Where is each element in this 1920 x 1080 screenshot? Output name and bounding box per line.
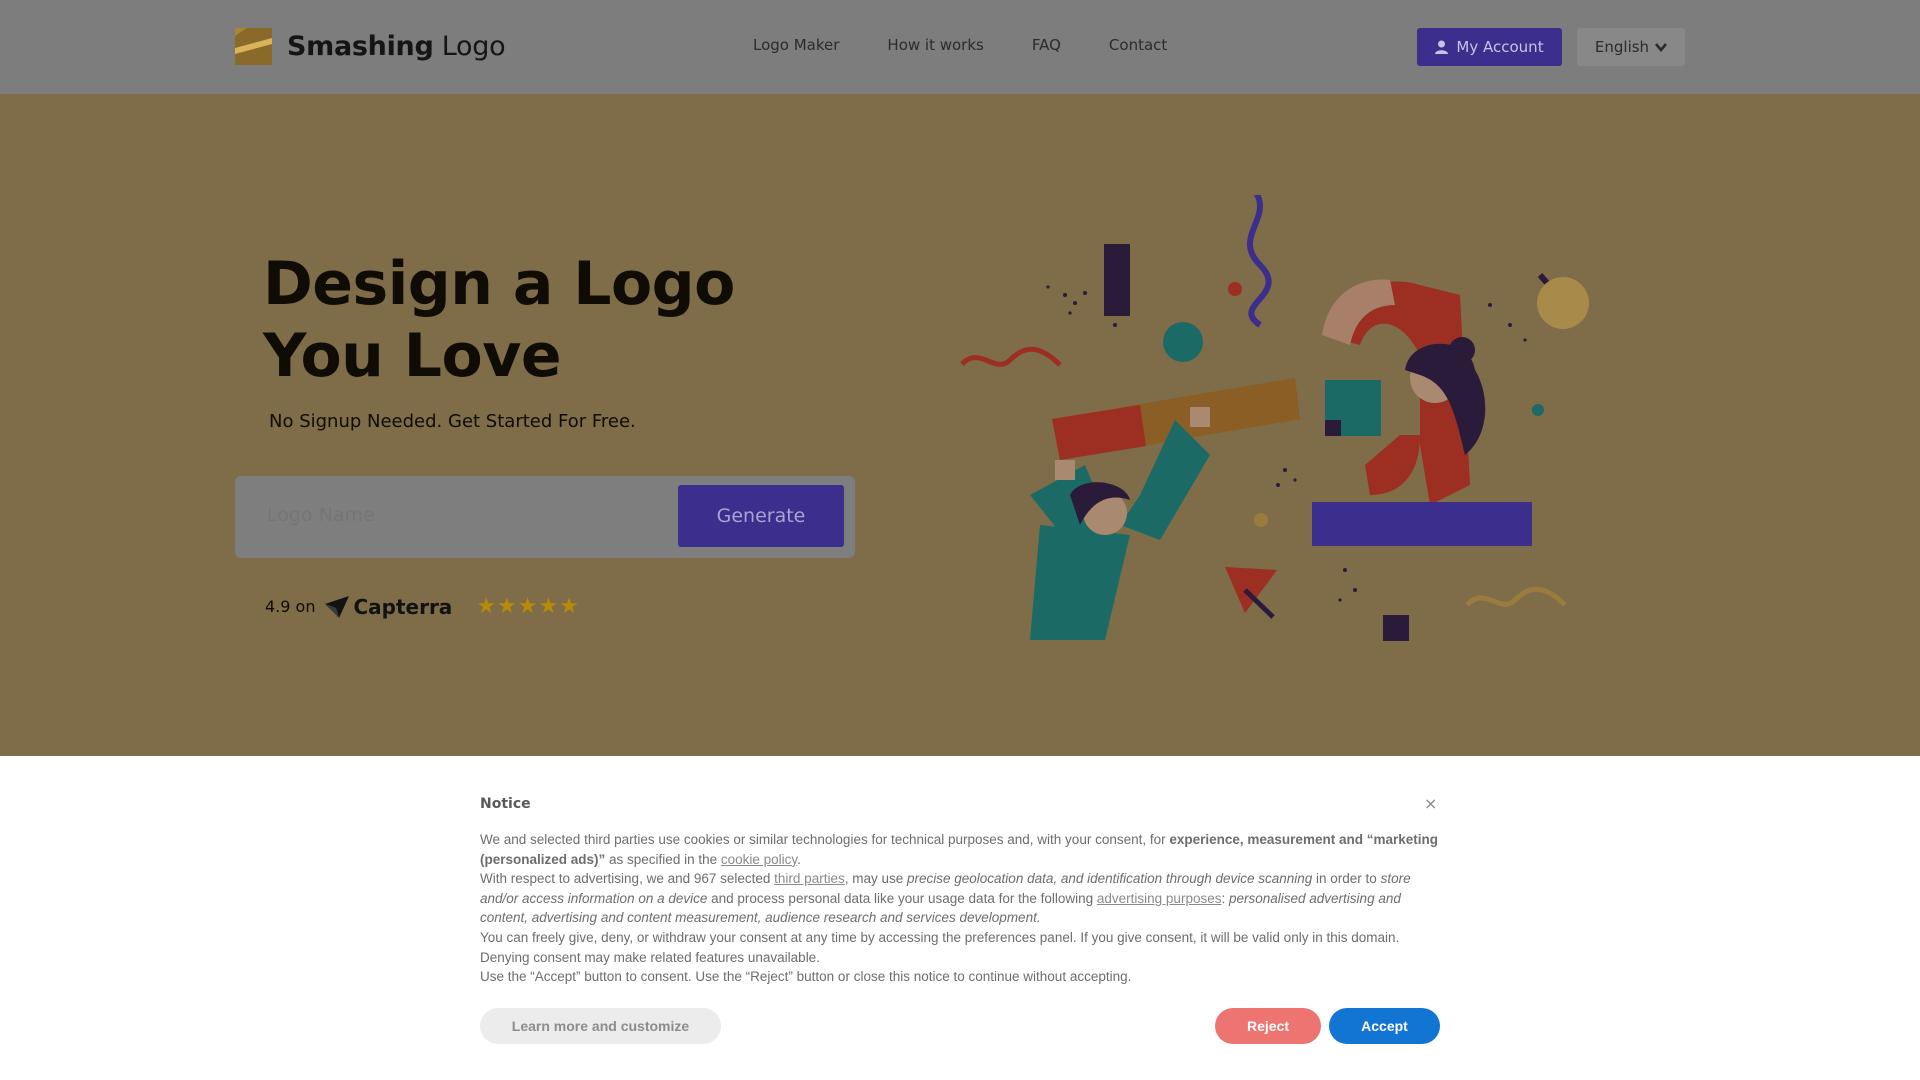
logo-generator-form: Generate (235, 476, 855, 558)
notice-title: Notice (480, 796, 531, 812)
nav-contact[interactable]: Contact (1109, 36, 1167, 54)
language-label: English (1594, 38, 1650, 56)
my-account-label: My Account (1456, 38, 1544, 56)
notice-paragraph-3: You can freely give, deny, or withdraw y… (480, 929, 1400, 965)
generate-button[interactable]: Generate (678, 485, 844, 547)
site-header: Smashing Logo Logo Maker How it works FA… (0, 0, 1920, 94)
notice-paragraph-4: Use the “Accept” button to consent. Use … (480, 969, 1132, 985)
notice-body: We and selected third parties use cookie… (480, 830, 1440, 987)
advertising-purposes-link[interactable]: advertising purposes (1097, 891, 1222, 906)
rating-text: 4.9 on (265, 597, 316, 616)
reject-button[interactable]: Reject (1215, 1008, 1321, 1044)
third-parties-link[interactable]: third parties (774, 871, 845, 886)
hero-subtitle: No Signup Needed. Get Started For Free. (269, 411, 636, 432)
hero-illustration (960, 195, 1589, 641)
cookie-notice: Notice We and selected third parties use… (0, 756, 1920, 1080)
brand-name: Smashing Logo (287, 31, 506, 62)
user-icon (1435, 40, 1449, 54)
accept-button[interactable]: Accept (1329, 1008, 1440, 1044)
notice-paragraph-1: We and selected third parties use cookie… (480, 832, 1438, 867)
hero-title: Design a Logo You Love (263, 249, 735, 391)
my-account-button[interactable]: My Account (1417, 28, 1562, 66)
close-icon[interactable]: × (1424, 794, 1437, 813)
notice-paragraph-2: With respect to advertising, we and 967 … (480, 871, 1411, 926)
rating-stars: ★★★★★ (476, 594, 580, 619)
brand-logo[interactable]: Smashing Logo (235, 28, 506, 65)
main-nav: Logo Maker How it works FAQ Contact (753, 36, 1167, 54)
cookie-policy-link[interactable]: cookie policy (721, 852, 797, 867)
nav-logo-maker[interactable]: Logo Maker (753, 36, 839, 54)
logo-name-input[interactable] (267, 504, 647, 526)
page: Smashing Logo Logo Maker How it works FA… (0, 0, 1920, 1080)
notice-content: Notice We and selected third parties use… (480, 796, 1440, 987)
language-select[interactable]: English (1577, 28, 1685, 66)
capterra-rating: 4.9 on Capterra ★★★★★ (265, 594, 580, 619)
capterra-logo[interactable]: Capterra (325, 595, 452, 619)
capterra-arrow-icon (325, 595, 350, 618)
nav-how-it-works[interactable]: How it works (887, 36, 983, 54)
chevron-down-icon (1655, 42, 1668, 52)
logo-mark-icon (235, 28, 272, 65)
learn-more-button[interactable]: Learn more and customize (480, 1008, 721, 1044)
nav-faq[interactable]: FAQ (1032, 36, 1061, 54)
